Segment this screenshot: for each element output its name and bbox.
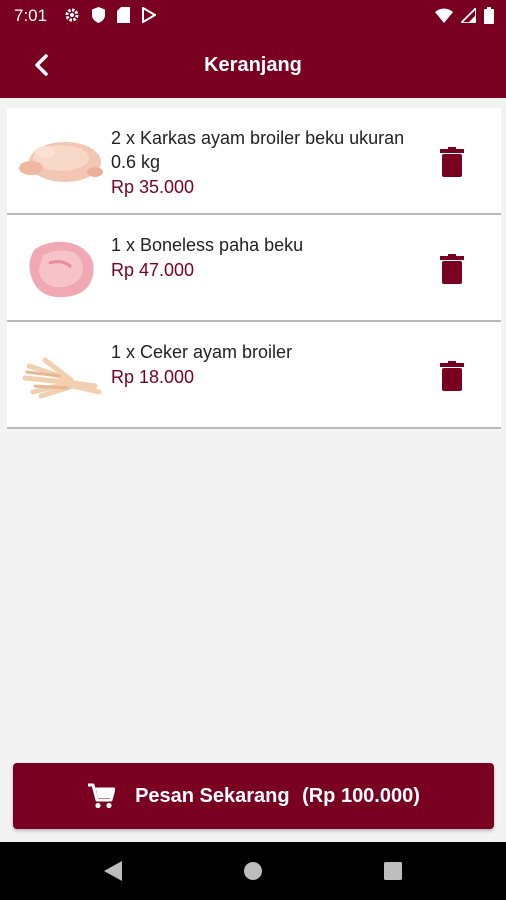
item-price: Rp 47.000 xyxy=(111,260,195,280)
item-name: 1 x Boneless paha beku xyxy=(111,235,304,255)
delete-button[interactable] xyxy=(437,144,467,180)
trash-icon xyxy=(440,361,464,391)
circle-home-icon xyxy=(244,862,262,880)
cart-icon xyxy=(88,783,116,809)
gear-icon xyxy=(64,7,80,28)
nav-back-button[interactable] xyxy=(100,858,126,884)
trash-icon xyxy=(440,147,464,177)
item-price: Rp 18.000 xyxy=(111,367,195,387)
item-name: 2 x Karkas ayam broiler beku ukuran 0.6 … xyxy=(111,128,405,172)
sd-card-icon xyxy=(117,7,130,28)
order-label: Pesan Sekarang xyxy=(135,784,290,807)
status-time: 7:01 xyxy=(14,6,48,25)
play-store-icon xyxy=(142,6,157,28)
cart-list: 2 x Karkas ayam broiler beku ukuran 0.6 … xyxy=(7,108,501,429)
triangle-back-icon xyxy=(104,861,122,881)
status-bar: 7:01 xyxy=(0,0,506,32)
shield-icon xyxy=(92,7,105,28)
wifi-icon xyxy=(435,8,453,28)
cart-item: 1 x Boneless paha beku Rp 47.000 xyxy=(7,215,501,322)
app-bar: Keranjang xyxy=(0,32,506,98)
signal-icon xyxy=(458,5,477,28)
chicken-feet-image xyxy=(15,342,105,408)
page-title: Keranjang xyxy=(204,54,302,76)
battery-icon xyxy=(484,7,494,29)
system-nav-bar xyxy=(0,842,506,900)
boneless-thigh-image xyxy=(15,235,105,301)
item-price: Rp 35.000 xyxy=(111,177,195,197)
square-recents-icon xyxy=(384,862,402,880)
cart-item: 2 x Karkas ayam broiler beku ukuran 0.6 … xyxy=(7,108,501,215)
item-name: 1 x Ceker ayam broiler xyxy=(111,342,293,362)
delete-button[interactable] xyxy=(437,251,467,287)
order-total: (Rp 100.000) xyxy=(302,784,420,807)
status-left-icons xyxy=(64,6,157,28)
order-now-button[interactable]: Pesan Sekarang (Rp 100.000) xyxy=(13,763,494,829)
trash-icon xyxy=(440,254,464,284)
status-right-icons xyxy=(435,5,494,29)
nav-home-button[interactable] xyxy=(240,858,266,884)
delete-button[interactable] xyxy=(437,358,467,394)
whole-chicken-image xyxy=(15,128,105,194)
cart-item: 1 x Ceker ayam broiler Rp 18.000 xyxy=(7,322,501,429)
nav-recents-button[interactable] xyxy=(380,858,406,884)
